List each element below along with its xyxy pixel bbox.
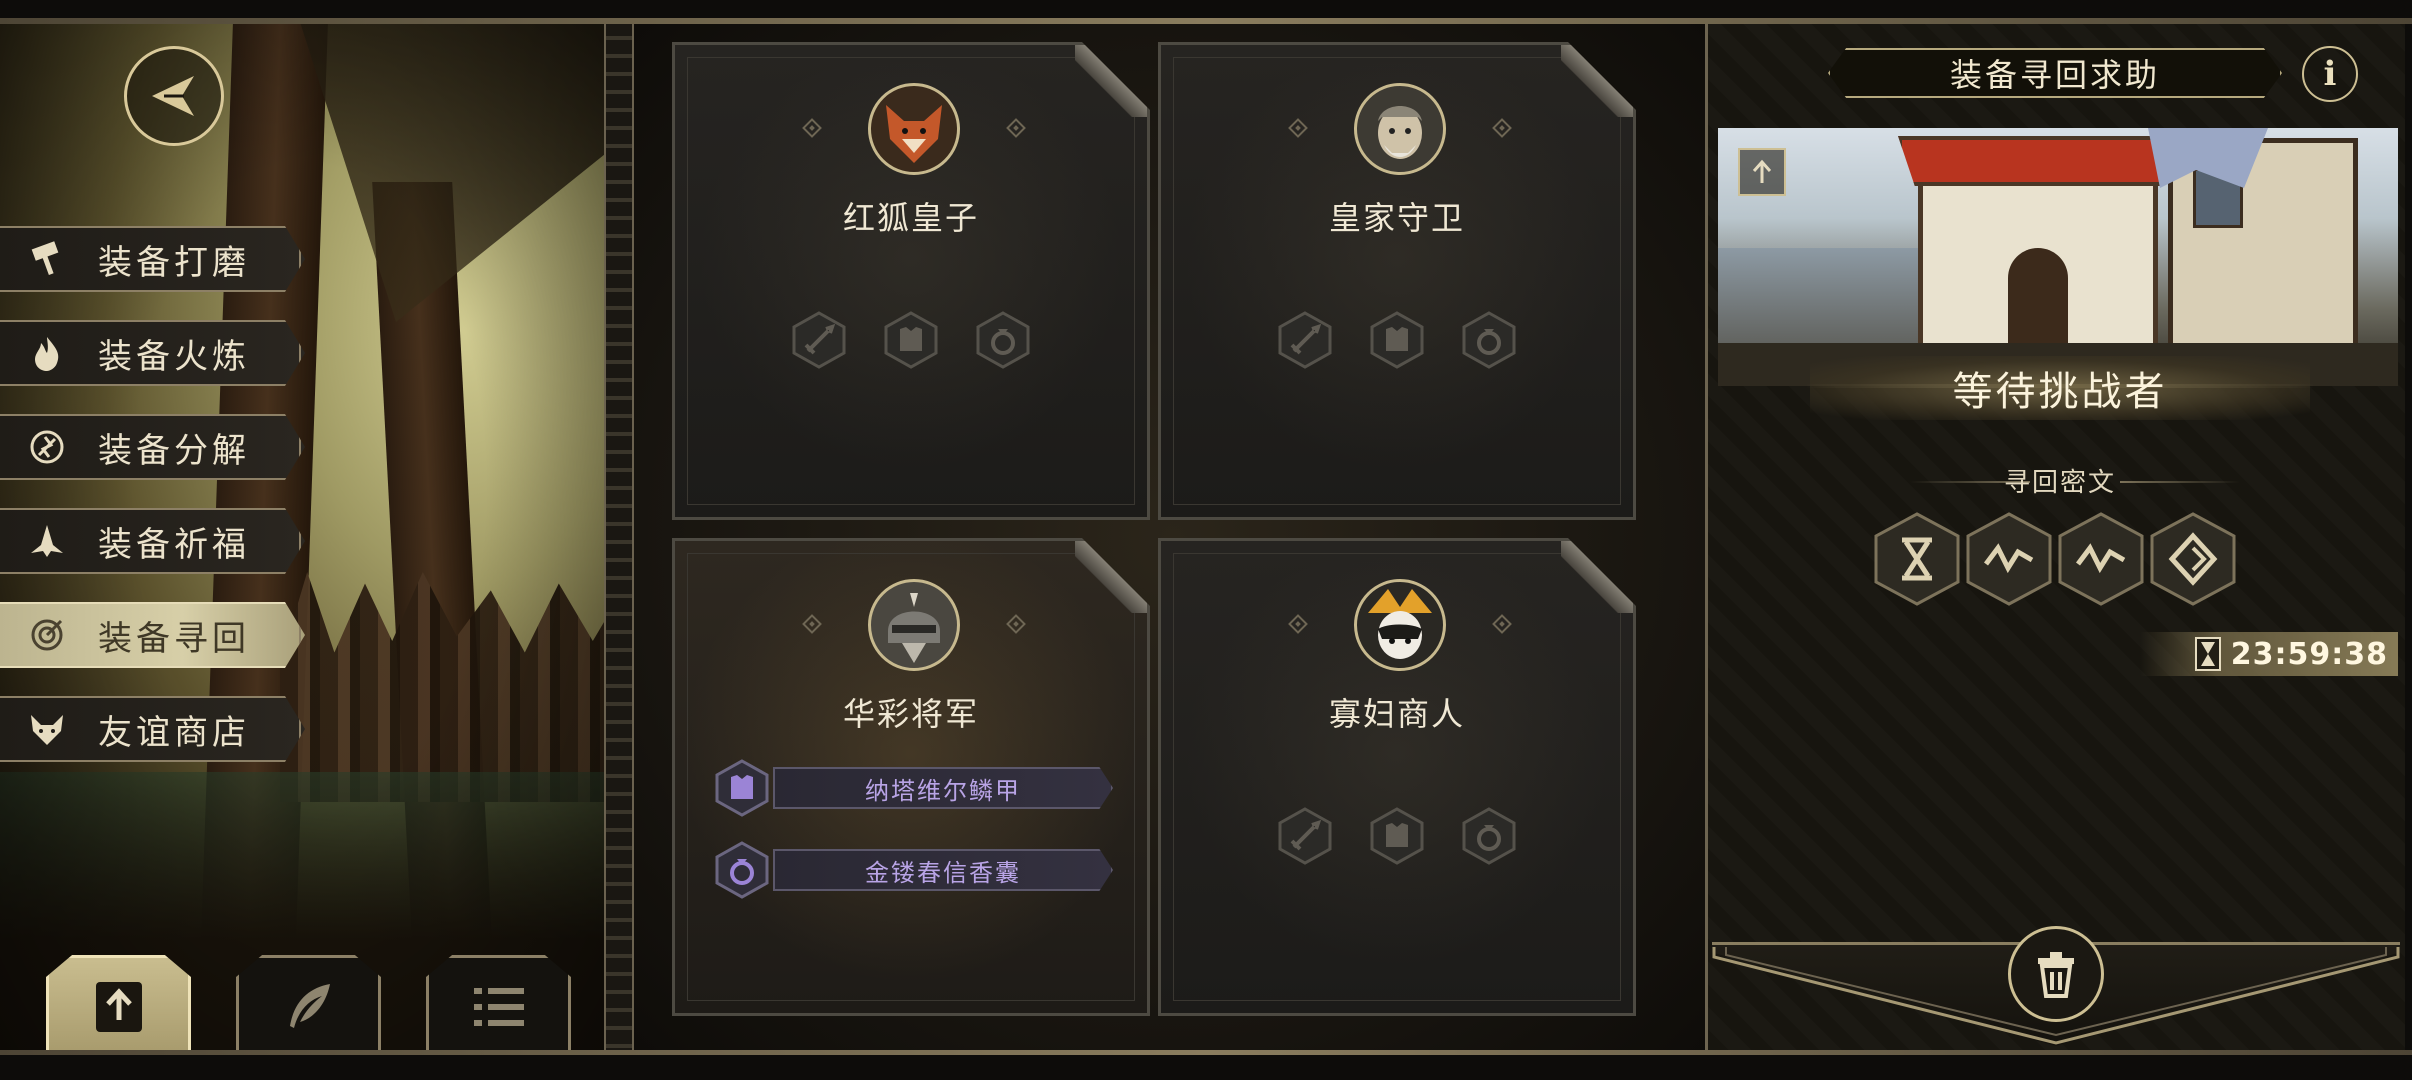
character-card-red-fox[interactable]: 红狐皇子	[672, 42, 1150, 520]
character-name: 华彩将军	[842, 695, 979, 733]
upload-button[interactable]	[46, 955, 191, 1055]
trash-icon	[2038, 952, 2074, 998]
bottom-rail	[0, 1050, 2412, 1055]
retrieve-icon	[24, 612, 70, 658]
character-card-widow-merchant[interactable]: 寡妇商人	[1158, 538, 1636, 1016]
status-banner: 等待挑战者	[1810, 356, 2310, 420]
character-name: 皇家守卫	[1328, 199, 1465, 237]
sword-slot-icon[interactable]	[790, 311, 848, 369]
hammer-icon	[24, 236, 70, 282]
red-fox-avatar	[868, 83, 960, 175]
back-arrow-icon	[152, 76, 194, 116]
countdown-timer: 23:59:38	[2140, 632, 2398, 676]
panel-title: 装备寻回求助	[1828, 48, 2282, 98]
menu-item-retrieve[interactable]: 装备寻回	[0, 602, 305, 668]
menu-item-friendship-shop[interactable]: 友谊商店	[0, 696, 305, 762]
rune-wave-icon	[2056, 512, 2146, 606]
pray-icon	[24, 518, 70, 564]
menu-item-label: 装备打磨	[98, 242, 250, 283]
menu-item-label: 装备寻回	[98, 618, 250, 659]
equipment-name: 纳塔维尔鳞甲	[773, 767, 1113, 809]
upload-arrow-icon	[1752, 159, 1772, 183]
info-button[interactable]: i	[2302, 46, 2358, 102]
menu-item-label: 装备祈福	[98, 524, 250, 565]
armor-slot-icon[interactable]	[882, 311, 940, 369]
shop-scene-image	[1718, 128, 2398, 386]
rune-x-icon	[1872, 512, 1962, 606]
share-upload-button[interactable]	[1738, 148, 1786, 196]
timer-value: 23:59:38	[2230, 636, 2388, 672]
equipment-name: 金镂春信香囊	[773, 849, 1113, 891]
widow-merchant-avatar	[1354, 579, 1446, 671]
menu-item-polish[interactable]: 装备打磨	[0, 226, 305, 292]
flame-icon	[24, 330, 70, 376]
top-rail	[0, 18, 2412, 24]
armor-slot-icon[interactable]	[1368, 807, 1426, 865]
decompose-icon	[24, 424, 70, 470]
ring-slot-icon[interactable]	[974, 311, 1032, 369]
hourglass-icon	[2194, 637, 2221, 671]
menu-item-forge[interactable]: 装备火炼	[0, 320, 305, 386]
menu-item-decompose[interactable]: 装备分解	[0, 414, 305, 480]
feather-icon	[289, 983, 330, 1028]
rune-wave-icon	[1964, 512, 2054, 606]
menu-item-label: 装备火炼	[98, 336, 250, 377]
list-icon	[473, 987, 524, 1026]
character-name: 寡妇商人	[1328, 695, 1465, 733]
equipment-row[interactable]: 金镂春信香囊	[713, 841, 1113, 899]
upload-icon	[95, 981, 142, 1032]
ring-icon	[715, 841, 769, 899]
character-card-royal-guard[interactable]: 皇家守卫	[1158, 42, 1636, 520]
sword-slot-icon[interactable]	[1276, 807, 1334, 865]
royal-guard-avatar	[1354, 83, 1446, 175]
menu-item-label: 友谊商店	[98, 712, 250, 753]
ring-slot-icon[interactable]	[1460, 311, 1518, 369]
equipment-row[interactable]: 纳塔维尔鳞甲	[713, 759, 1113, 817]
armor-icon	[715, 759, 769, 817]
character-name: 红狐皇子	[842, 199, 979, 237]
rune-cipher	[1872, 512, 2242, 606]
sword-slot-icon[interactable]	[1276, 311, 1334, 369]
list-button[interactable]	[426, 955, 571, 1055]
general-avatar	[868, 579, 960, 671]
armor-slot-icon[interactable]	[1368, 311, 1426, 369]
back-button[interactable]	[124, 46, 224, 146]
panel-divider	[604, 22, 634, 1052]
character-card-general[interactable]: 华彩将军 纳塔维尔鳞甲 金镂春信香囊	[672, 538, 1150, 1016]
menu-item-bless[interactable]: 装备祈福	[0, 508, 305, 574]
menu-item-label: 装备分解	[98, 430, 250, 471]
ring-slot-icon[interactable]	[1460, 807, 1518, 865]
rune-diamond-icon	[2148, 512, 2238, 606]
fox-icon	[24, 706, 70, 752]
feather-button[interactable]	[236, 955, 381, 1055]
trash-button[interactable]	[2008, 926, 2104, 1022]
